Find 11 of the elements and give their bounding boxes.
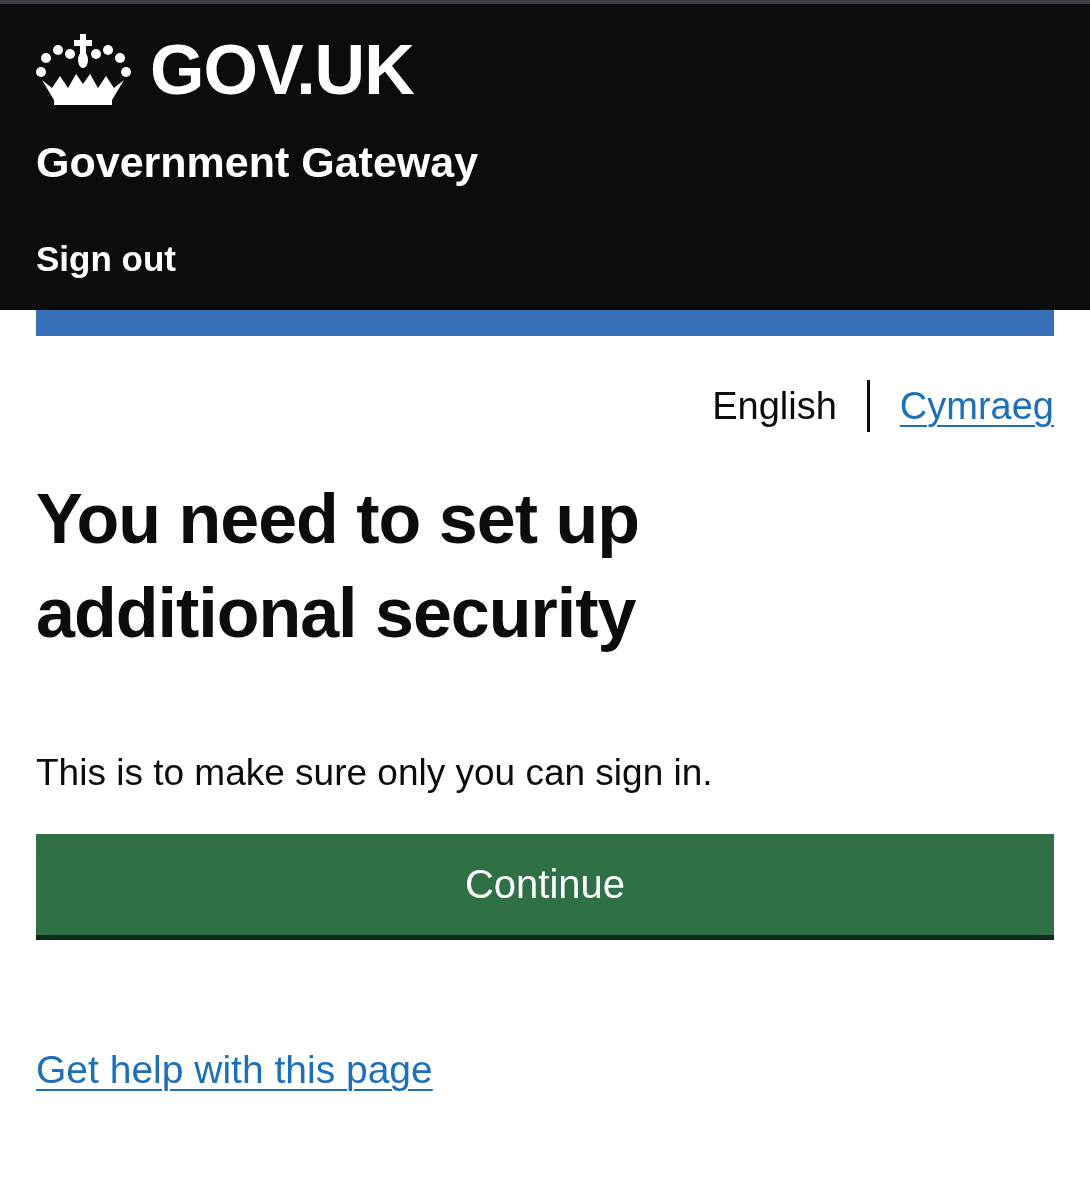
service-name[interactable]: Government Gateway [36,138,479,187]
page-heading: You need to set up additional security [36,479,640,654]
body-text: This is to make sure only you can sign in. [36,752,714,794]
current-language: English [712,384,837,428]
help-link[interactable]: Get help with this page [36,1048,433,1092]
language-divider [866,380,870,432]
sign-out-link[interactable]: Sign out [36,239,176,279]
site-logo-link[interactable]: GOV.UK [150,30,414,110]
crown-icon [36,34,132,106]
language-link[interactable]: Cymraeg [899,384,1054,428]
continue-button[interactable]: Continue [36,834,1054,940]
